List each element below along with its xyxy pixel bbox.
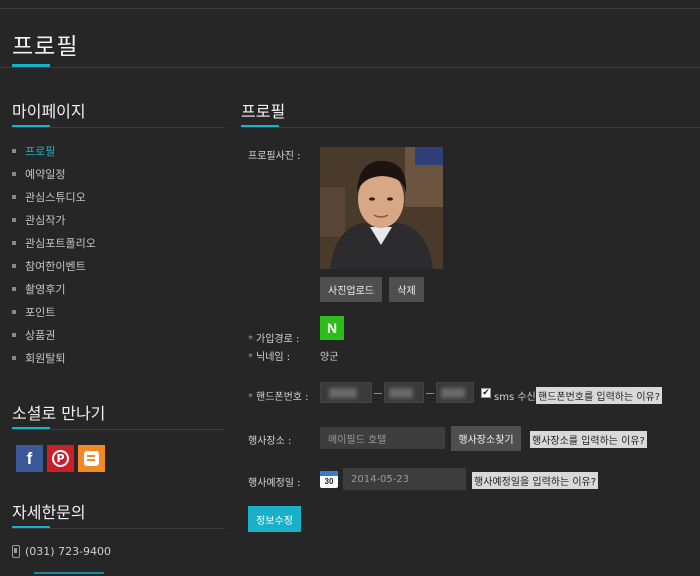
sidebar-item-gift-cards[interactable]: 상품권 (12, 323, 96, 346)
sidebar-item-label: 예약일정 (25, 167, 66, 181)
phone-last-field[interactable] (436, 382, 474, 403)
phone-icon (12, 545, 20, 558)
bullet-icon (12, 148, 16, 153)
title-divider (0, 67, 700, 68)
date-label: 행사예정일 : (248, 478, 301, 489)
join-route-label-row: * 가입경로 : (248, 330, 299, 345)
contact-email-row-cut-off (12, 568, 132, 576)
phone-prefix-field[interactable] (320, 382, 372, 403)
bullet-icon (12, 194, 16, 199)
sidebar-item-label: 촬영후기 (25, 282, 66, 296)
phone-label: 핸드폰번호 : (256, 392, 309, 403)
join-route-label: 가입경로 : (256, 334, 300, 345)
sidebar-item-points[interactable]: 포인트 (12, 300, 96, 323)
contact-divider (12, 528, 225, 529)
calendar-icon[interactable]: 30 (320, 471, 338, 488)
photo-upload-button[interactable]: 사진업로드 (320, 277, 382, 302)
bullet-icon (12, 332, 16, 337)
sidebar-item-withdraw[interactable]: 회원탈퇴 (12, 346, 96, 369)
sidebar-item-profile[interactable]: 프로필 (12, 139, 96, 162)
sidebar-item-label: 포인트 (25, 305, 56, 319)
mypage-divider (12, 127, 225, 128)
contact-heading: 자세한문의 (12, 503, 86, 522)
venue-reason-link[interactable]: 행사장소를 입력하는 이유? (530, 431, 647, 448)
bullet-icon (12, 171, 16, 176)
sms-label: sms 수신 (494, 392, 536, 403)
social-divider (12, 429, 225, 430)
social-links: f P (16, 445, 105, 472)
bullet-icon (12, 309, 16, 314)
sidebar-item-reviews[interactable]: 촬영후기 (12, 277, 96, 300)
profile-photo (320, 147, 443, 269)
sidebar-item-events[interactable]: 참여한이벤트 (12, 254, 96, 277)
bullet-icon (12, 240, 16, 245)
date-input[interactable]: 2014-05-23 (343, 468, 466, 490)
sms-checkbox[interactable]: ✔ (481, 388, 491, 398)
venue-input[interactable]: 메이필드 호텔 (320, 427, 445, 449)
sidebar-item-label: 관심스튜디오 (25, 190, 86, 204)
date-reason-link[interactable]: 행사예정일을 입력하는 이유? (472, 472, 599, 489)
page-title: 프로필 (12, 34, 79, 60)
bullet-icon (12, 355, 16, 360)
sidebar-item-label: 참여한이벤트 (25, 259, 86, 273)
required-mark: * (248, 352, 253, 363)
profile-divider (241, 127, 700, 128)
sidebar-item-label: 관심작가 (25, 213, 66, 227)
nickname-label: 닉네임 : (256, 352, 291, 363)
required-mark: * (248, 334, 253, 345)
contact-phone-row: (031) 723-9400 (12, 545, 111, 558)
sidebar-item-favorite-artists[interactable]: 관심작가 (12, 208, 96, 231)
venue-label: 행사장소 : (248, 436, 292, 447)
bullet-icon (12, 217, 16, 222)
nickname-value: 양군 (320, 352, 339, 363)
pinterest-icon[interactable]: P (47, 445, 74, 472)
phone-reason-link[interactable]: 핸드폰번호를 입력하는 이유? (536, 387, 663, 404)
sidebar-item-favorite-studios[interactable]: 관심스튜디오 (12, 185, 96, 208)
bullet-icon (12, 263, 16, 268)
required-mark: * (248, 392, 253, 403)
photo-label: 프로필사진 : (248, 151, 301, 162)
mypage-heading: 마이페이지 (12, 102, 86, 121)
contact-phone: (031) 723-9400 (25, 545, 112, 558)
bullet-icon (12, 286, 16, 291)
phone-dash (374, 393, 382, 394)
top-divider (0, 8, 700, 9)
phone-middle-field[interactable] (384, 382, 424, 403)
profile-section-heading: 프로필 (241, 102, 286, 121)
venue-search-button[interactable]: 행사장소찾기 (451, 426, 521, 451)
photo-delete-button[interactable]: 삭제 (389, 277, 424, 302)
facebook-icon[interactable]: f (16, 445, 43, 472)
social-heading: 소셜로 만나기 (12, 404, 106, 423)
sidebar-item-label: 회원탈퇴 (25, 351, 66, 365)
naver-icon: N (320, 316, 344, 340)
sidebar-item-label: 상품권 (25, 328, 56, 342)
sidebar-item-favorite-portfolios[interactable]: 관심포트폴리오 (12, 231, 96, 254)
blogger-icon[interactable] (78, 445, 105, 472)
update-info-button[interactable]: 정보수정 (248, 506, 301, 532)
phone-label-row: * 핸드폰번호 : (248, 388, 309, 403)
phone-dash (426, 393, 434, 394)
sidebar-item-reservations[interactable]: 예약일정 (12, 162, 96, 185)
sidebar-item-label: 관심포트폴리오 (25, 236, 96, 250)
sidebar-menu: 프로필 예약일정 관심스튜디오 관심작가 관심포트폴리오 참여한이벤트 촬영후기… (12, 139, 96, 369)
nickname-label-row: * 닉네임 : (248, 348, 290, 363)
sidebar-item-label: 프로필 (25, 144, 56, 158)
